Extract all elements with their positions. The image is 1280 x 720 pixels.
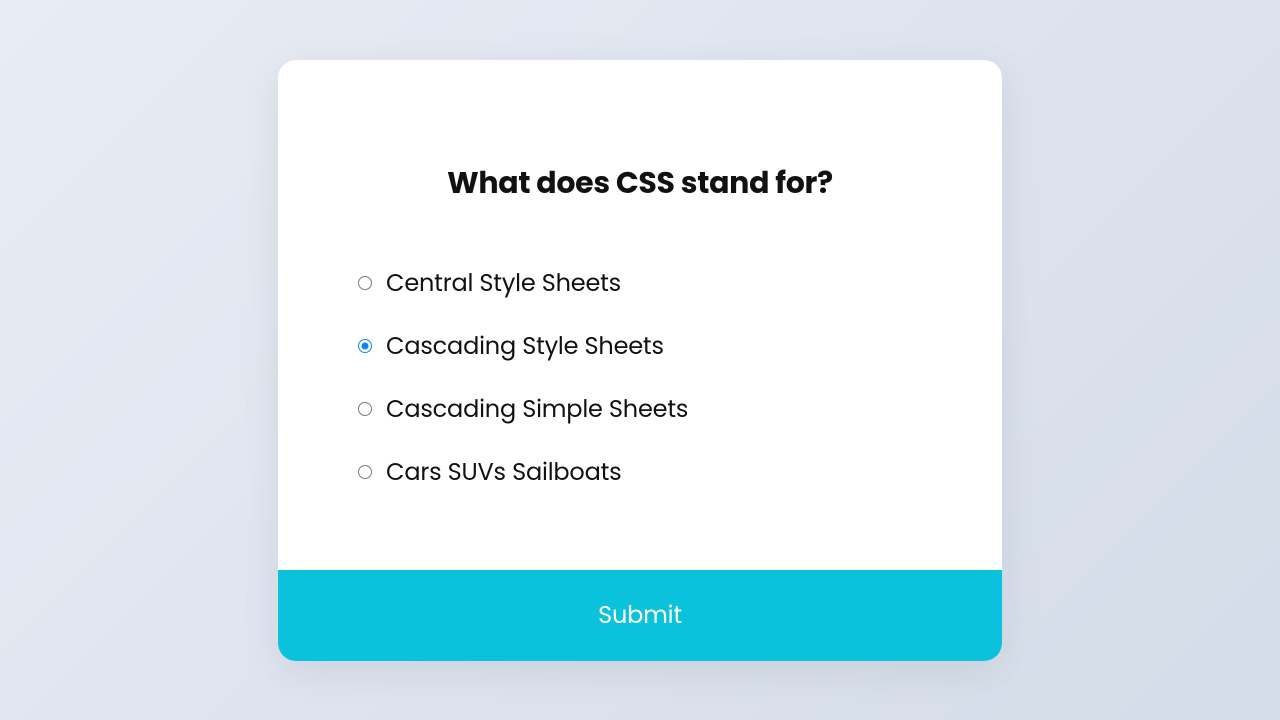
quiz-content: What does CSS stand for? Central Style S… <box>278 60 1002 570</box>
option-3[interactable]: Cascading Simple Sheets <box>358 392 922 427</box>
option-label: Cascading Style Sheets <box>386 329 664 364</box>
option-1[interactable]: Central Style Sheets <box>358 266 922 301</box>
radio-icon[interactable] <box>358 402 372 416</box>
option-label: Cars SUVs Sailboats <box>386 455 621 490</box>
radio-icon[interactable] <box>358 276 372 290</box>
quiz-card: What does CSS stand for? Central Style S… <box>278 60 1002 661</box>
radio-icon[interactable] <box>358 465 372 479</box>
option-2[interactable]: Cascading Style Sheets <box>358 329 922 364</box>
option-label: Cascading Simple Sheets <box>386 392 688 427</box>
options-list: Central Style Sheets Cascading Style She… <box>358 266 922 490</box>
option-4[interactable]: Cars SUVs Sailboats <box>358 455 922 490</box>
submit-button[interactable]: Submit <box>278 570 1002 661</box>
radio-icon[interactable] <box>358 339 372 353</box>
question-text: What does CSS stand for? <box>358 160 922 206</box>
option-label: Central Style Sheets <box>386 266 621 301</box>
